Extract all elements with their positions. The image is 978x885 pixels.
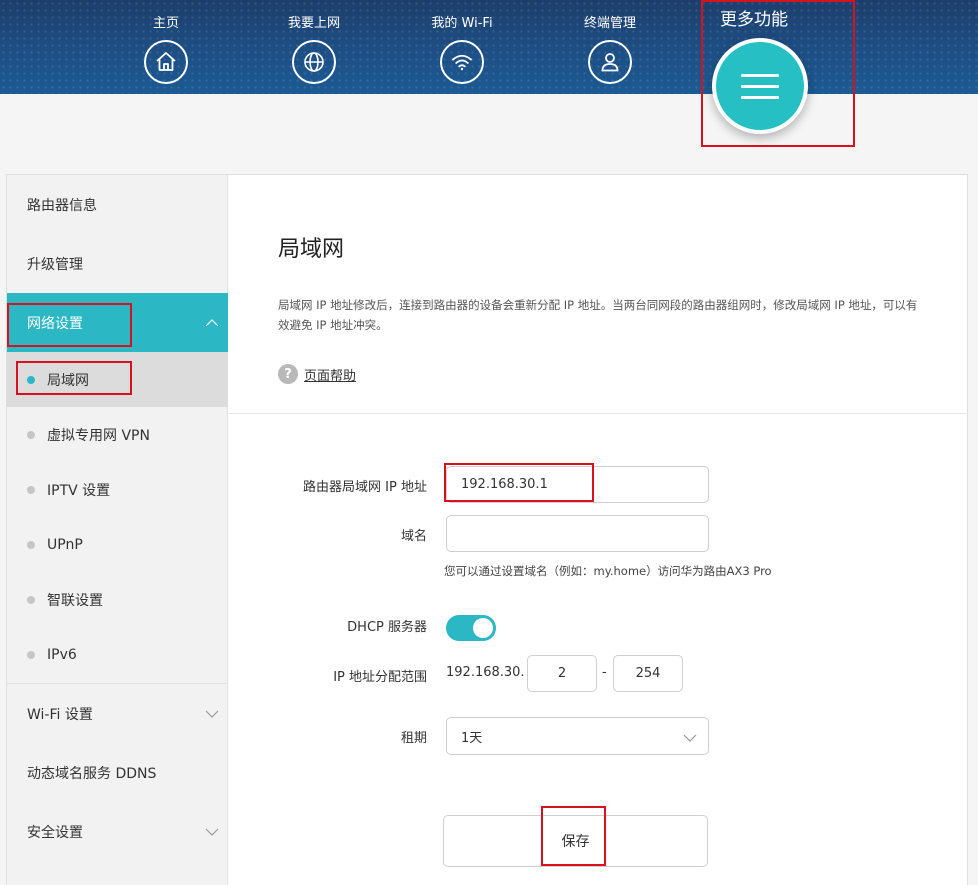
sidebar-subitem-label: 智联设置 xyxy=(47,592,103,609)
sidebar-subitem-label: UPnP xyxy=(47,536,83,553)
ip-range-label: IP 地址分配范围 xyxy=(333,670,427,685)
sidebar-subitem-vpn[interactable]: 虚拟专用网 VPN xyxy=(7,407,228,462)
sidebar-item-label: Wi-Fi 设置 xyxy=(27,706,93,723)
user-icon xyxy=(588,40,632,84)
sidebar-item-label: 动态域名服务 DDNS xyxy=(27,765,157,782)
nav-internet[interactable]: 我要上网 xyxy=(254,14,374,84)
chevron-up-icon xyxy=(205,318,219,326)
sidebar-subitem-upnp[interactable]: UPnP xyxy=(7,517,228,572)
sidebar-item-wifi-settings[interactable]: Wi-Fi 设置 xyxy=(7,684,228,743)
settings-panel: 路由器信息 升级管理 网络设置 局域网 虚拟专用网 VPN IPTV 设置 UP… xyxy=(6,174,968,885)
toggle-knob xyxy=(473,618,493,638)
domain-hint: 您可以通过设置域名（例如：my.home）访问华为路由AX3 Pro xyxy=(444,564,772,578)
ip-range-start-value: 2 xyxy=(557,666,567,681)
sidebar-item-router-info[interactable]: 路由器信息 xyxy=(7,175,228,234)
nav-devices-label: 终端管理 xyxy=(583,16,636,31)
more-features-button[interactable] xyxy=(712,38,808,134)
sidebar-subitem-label: IPTV 设置 xyxy=(47,482,111,499)
domain-label: 域名 xyxy=(400,529,427,544)
bullet-icon xyxy=(27,650,35,659)
sidebar-subitem-lan[interactable]: 局域网 xyxy=(7,352,228,407)
bullet-icon xyxy=(27,540,35,549)
section-divider xyxy=(229,413,967,414)
more-features-label: 更多功能 xyxy=(720,10,788,30)
save-button-label: 保存 xyxy=(561,834,590,850)
lease-select[interactable]: 1天 xyxy=(446,717,709,755)
sidebar-subitem-smart-connect[interactable]: 智联设置 xyxy=(7,572,228,627)
nav-home[interactable]: 主页 xyxy=(106,14,226,84)
sidebar-item-label: 路由器信息 xyxy=(27,197,97,214)
bullet-icon xyxy=(27,430,35,439)
lan-ip-value: 192.168.30.1 xyxy=(461,477,548,492)
sidebar-subitem-label: 局域网 xyxy=(47,372,89,389)
ip-range-prefix: 192.168.30. xyxy=(446,665,525,680)
lan-ip-label: 路由器局域网 IP 地址 xyxy=(303,480,427,495)
domain-input[interactable] xyxy=(446,515,709,552)
sidebar-item-label: 升级管理 xyxy=(27,256,83,273)
ip-range-separator: - xyxy=(602,665,607,680)
bullet-icon xyxy=(27,485,35,494)
nav-devices[interactable]: 终端管理 xyxy=(550,14,670,84)
wifi-icon xyxy=(440,40,484,84)
help-link[interactable]: ? 页面帮助 xyxy=(278,364,356,384)
globe-icon xyxy=(292,40,336,84)
sidebar-item-label: 网络设置 xyxy=(27,315,83,332)
ip-range-end-value: 254 xyxy=(635,666,661,681)
dhcp-label: DHCP 服务器 xyxy=(347,620,427,635)
page-description: 局域网 IP 地址修改后，连接到路由器的设备会重新分配 IP 地址。当两台同网段… xyxy=(278,298,918,332)
chevron-down-icon xyxy=(683,734,697,742)
nav-wifi-label: 我的 Wi-Fi xyxy=(431,16,493,31)
page-title: 局域网 xyxy=(278,237,345,262)
help-icon: ? xyxy=(278,364,298,384)
lease-value: 1天 xyxy=(461,730,483,746)
sidebar-subitem-label: IPv6 xyxy=(47,646,77,663)
nav-home-label: 主页 xyxy=(152,16,179,31)
sidebar-subitem-iptv[interactable]: IPTV 设置 xyxy=(7,462,228,517)
top-navigation-bar: 主页 我要上网 我的 Wi-Fi 终端管理 xyxy=(0,0,978,94)
bullet-icon xyxy=(27,595,35,604)
menu-icon xyxy=(741,73,779,77)
home-icon xyxy=(144,40,188,84)
sidebar-item-security[interactable]: 安全设置 xyxy=(7,802,228,861)
nav-internet-label: 我要上网 xyxy=(287,16,340,31)
sidebar-item-network-settings[interactable]: 网络设置 xyxy=(7,293,228,352)
lan-ip-input[interactable]: 192.168.30.1 xyxy=(446,466,709,503)
lease-label: 租期 xyxy=(400,731,427,746)
sidebar-subitem-label: 虚拟专用网 VPN xyxy=(47,427,150,444)
sidebar-item-label: 安全设置 xyxy=(27,824,83,841)
main-content: 局域网 局域网 IP 地址修改后，连接到路由器的设备会重新分配 IP 地址。当两… xyxy=(229,175,967,885)
bullet-icon xyxy=(27,375,35,384)
sidebar-subitem-ipv6[interactable]: IPv6 xyxy=(7,627,228,682)
sidebar: 路由器信息 升级管理 网络设置 局域网 虚拟专用网 VPN IPTV 设置 UP… xyxy=(7,175,228,885)
chevron-down-icon xyxy=(205,710,219,718)
save-button[interactable]: 保存 xyxy=(443,815,708,867)
dhcp-toggle[interactable] xyxy=(446,615,496,641)
help-link-label: 页面帮助 xyxy=(304,368,357,384)
ip-range-start-input[interactable]: 2 xyxy=(527,655,597,692)
ip-range-end-input[interactable]: 254 xyxy=(613,655,683,692)
sidebar-item-ddns[interactable]: 动态域名服务 DDNS xyxy=(7,743,228,802)
chevron-down-icon xyxy=(205,828,219,836)
nav-wifi[interactable]: 我的 Wi-Fi xyxy=(402,14,522,84)
sidebar-item-upgrade[interactable]: 升级管理 xyxy=(7,234,228,293)
